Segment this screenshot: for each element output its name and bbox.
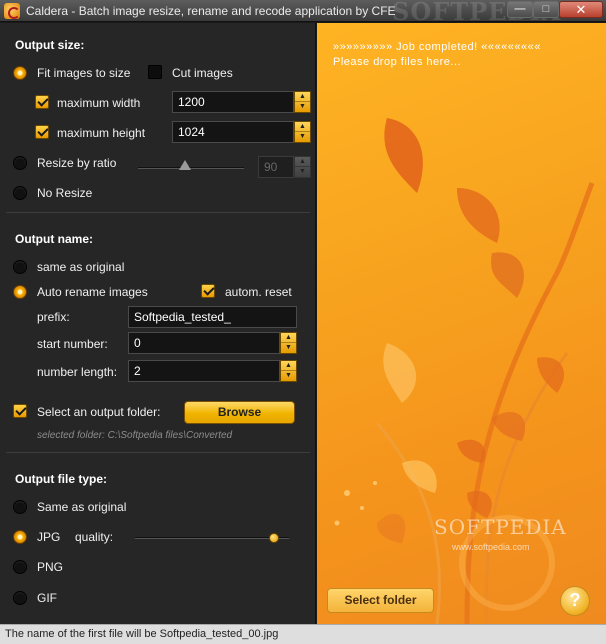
minimize-icon: — xyxy=(514,3,526,15)
prefix-input[interactable]: Softpedia_tested_ xyxy=(128,306,297,328)
stepper-up-icon[interactable]: ▲ xyxy=(295,122,310,132)
ratio-input[interactable]: 90 xyxy=(258,156,294,178)
max-width-input[interactable]: 1200 xyxy=(172,91,294,113)
stepper-up-icon[interactable]: ▲ xyxy=(281,333,296,343)
minimize-button[interactable]: — xyxy=(507,1,533,18)
quality-slider-thumb[interactable] xyxy=(269,533,280,544)
jpg-label: JPG xyxy=(37,530,61,544)
auto-reset-label: autom. reset xyxy=(225,285,292,299)
select-folder-button[interactable]: Select folder xyxy=(327,588,434,613)
auto-rename-radio[interactable] xyxy=(13,285,27,299)
quality-slider-track[interactable] xyxy=(135,537,289,539)
number-length-input[interactable]: 2 xyxy=(128,360,280,382)
browse-button[interactable]: Browse xyxy=(184,401,295,424)
stepper-up-icon[interactable]: ▲ xyxy=(281,361,296,371)
max-width-stepper[interactable]: ▲ ▼ xyxy=(294,91,311,113)
prefix-label: prefix: xyxy=(37,310,70,324)
help-icon: ? xyxy=(569,590,581,610)
quality-label: quality: xyxy=(75,530,114,544)
status-text: The name of the first file will be Softp… xyxy=(5,628,279,640)
gif-label: GIF xyxy=(37,591,57,605)
same-type-label: Same as original xyxy=(37,500,127,514)
number-length-stepper[interactable]: ▲ ▼ xyxy=(280,360,297,382)
fit-images-label: Fit images to size xyxy=(37,66,131,80)
max-width-label: maximum width xyxy=(57,96,141,110)
close-button[interactable]: ✕ xyxy=(559,1,603,18)
max-width-checkbox[interactable] xyxy=(35,95,49,109)
selected-folder-text: selected folder: C:\Softpedia files\Conv… xyxy=(37,430,233,441)
app-icon xyxy=(4,3,20,19)
job-status-text: »»»»»»»»» Job completed! ««««««««« xyxy=(333,41,541,53)
stepper-down-icon[interactable]: ▼ xyxy=(281,371,296,381)
output-type-title: Output file type: xyxy=(15,472,107,486)
cut-images-label: Cut images xyxy=(172,66,233,80)
stepper-up-icon[interactable]: ▲ xyxy=(295,157,310,167)
section-divider xyxy=(6,212,310,213)
maximize-button[interactable]: □ xyxy=(533,1,559,18)
stepper-up-icon[interactable]: ▲ xyxy=(295,92,310,102)
start-number-input[interactable]: 0 xyxy=(128,332,280,354)
resize-ratio-label: Resize by ratio xyxy=(37,156,117,170)
ratio-slider-track[interactable] xyxy=(138,167,244,169)
png-label: PNG xyxy=(37,560,64,574)
start-number-stepper[interactable]: ▲ ▼ xyxy=(280,332,297,354)
auto-reset-checkbox[interactable] xyxy=(201,284,215,298)
max-height-checkbox[interactable] xyxy=(35,125,49,139)
gif-radio[interactable] xyxy=(13,591,27,605)
title-bar: Caldera - Batch image resize, rename and… xyxy=(0,0,606,26)
max-height-label: maximum height xyxy=(57,126,146,140)
png-radio[interactable] xyxy=(13,560,27,574)
same-name-radio[interactable] xyxy=(13,260,27,274)
resize-ratio-radio[interactable] xyxy=(13,156,27,170)
max-height-input[interactable]: 1024 xyxy=(172,121,294,143)
cut-images-checkbox[interactable] xyxy=(148,65,162,79)
max-height-stepper[interactable]: ▲ ▼ xyxy=(294,121,311,143)
drop-hint-text: Please drop files here... xyxy=(333,56,462,68)
softpedia-watermark-panel: SOFTPEDIA xyxy=(434,515,567,539)
number-length-label: number length: xyxy=(37,365,118,379)
help-button[interactable]: ? xyxy=(560,586,590,616)
status-bar: The name of the first file will be Softp… xyxy=(0,624,606,644)
maximize-icon: □ xyxy=(542,3,550,15)
auto-rename-label: Auto rename images xyxy=(37,285,148,299)
same-name-label: same as original xyxy=(37,260,125,274)
output-name-title: Output name: xyxy=(15,232,93,246)
output-folder-label: Select an output folder: xyxy=(37,405,161,419)
jpg-radio[interactable] xyxy=(13,530,27,544)
stepper-down-icon[interactable]: ▼ xyxy=(295,132,310,142)
no-resize-radio[interactable] xyxy=(13,186,27,200)
no-resize-label: No Resize xyxy=(37,186,93,200)
stepper-down-icon[interactable]: ▼ xyxy=(295,167,310,177)
section-divider xyxy=(6,452,310,453)
start-number-label: start number: xyxy=(37,337,108,351)
stepper-down-icon[interactable]: ▼ xyxy=(281,343,296,353)
softpedia-url: www.softpedia.com xyxy=(452,542,530,552)
fit-images-radio[interactable] xyxy=(13,66,27,80)
close-icon: ✕ xyxy=(575,2,587,17)
same-type-radio[interactable] xyxy=(13,500,27,514)
ratio-stepper[interactable]: ▲ ▼ xyxy=(294,156,311,178)
output-folder-checkbox[interactable] xyxy=(13,404,27,418)
ratio-slider-thumb[interactable] xyxy=(179,160,191,171)
stepper-down-icon[interactable]: ▼ xyxy=(295,102,310,112)
window-title: Caldera - Batch image resize, rename and… xyxy=(26,4,396,18)
output-size-title: Output size: xyxy=(15,38,85,52)
